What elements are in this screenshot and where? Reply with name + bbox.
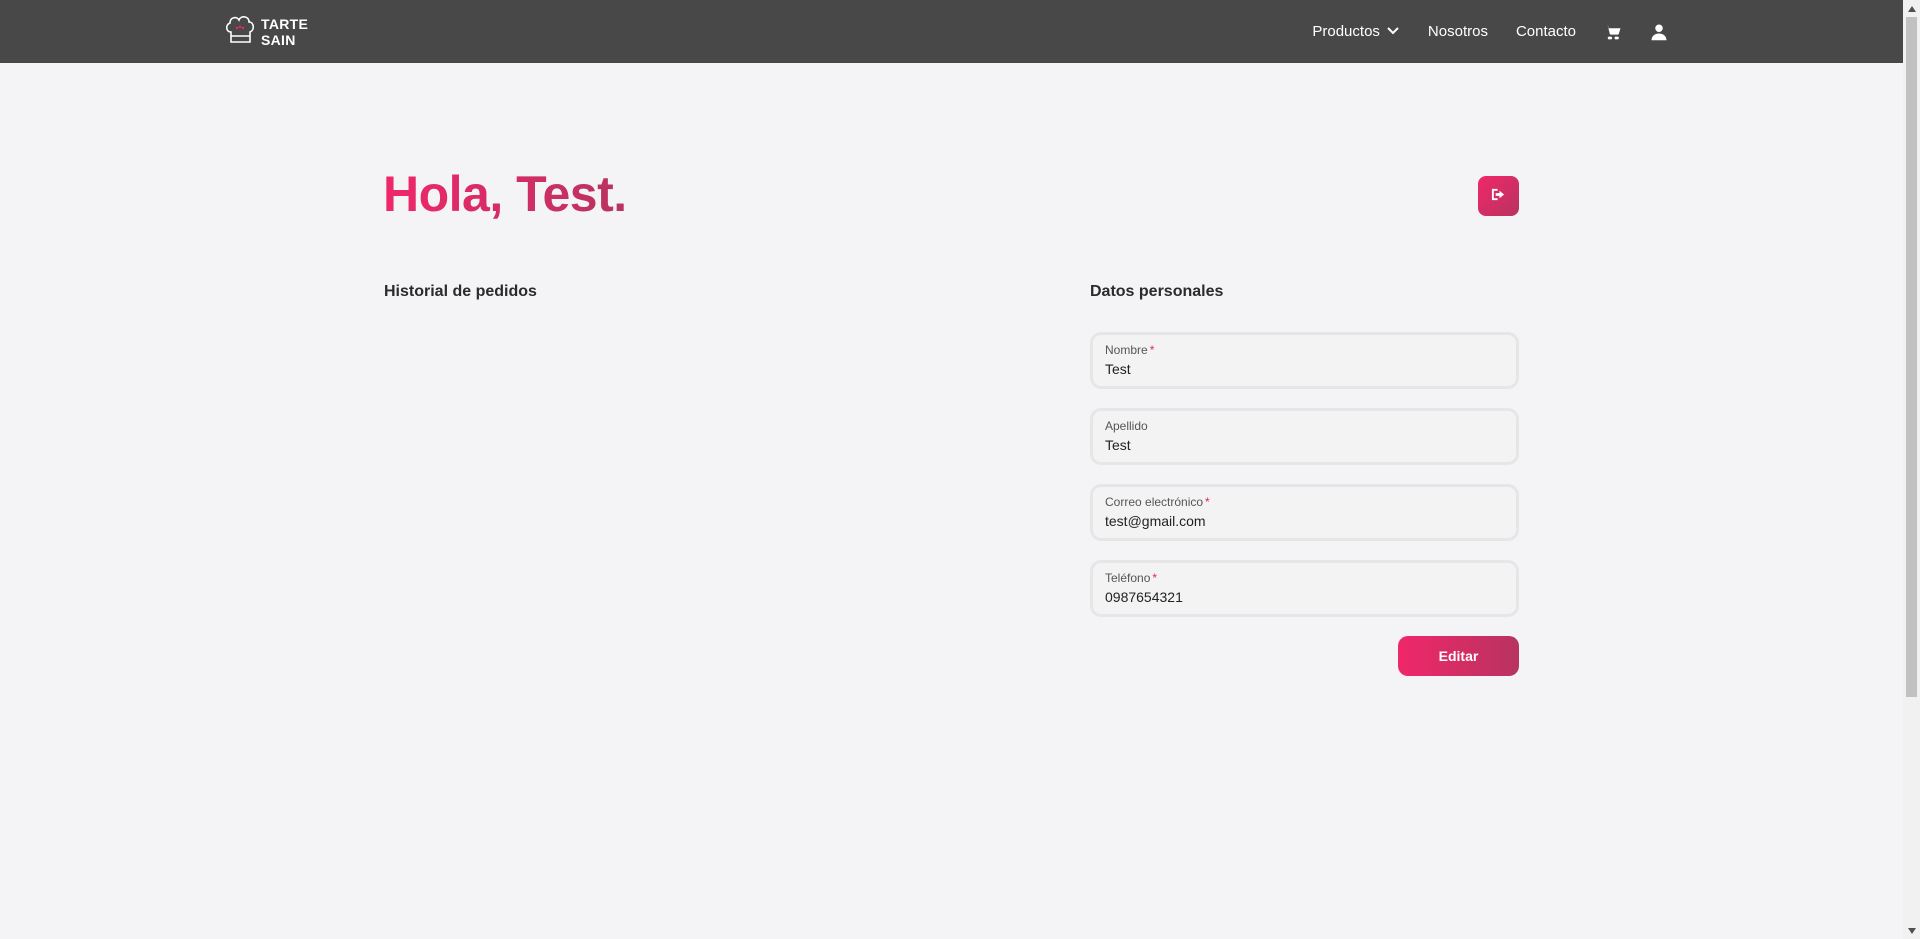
phone-field[interactable]: Teléfono * — [1090, 560, 1519, 617]
logout-icon — [1491, 187, 1506, 205]
email-field[interactable]: Correo electrónico * — [1090, 484, 1519, 541]
last-name-label: Apellido — [1105, 419, 1148, 433]
nav-contacto[interactable]: Contacto — [1516, 23, 1576, 40]
scroll-up-icon[interactable] — [1903, 0, 1920, 17]
order-history-title: Historial de pedidos — [384, 283, 537, 300]
personal-data-title: Datos personales — [1090, 283, 1224, 300]
email-input[interactable] — [1105, 513, 1504, 529]
first-name-input[interactable] — [1105, 361, 1504, 377]
page-title: Hola, Test. — [383, 166, 627, 222]
main-nav: Productos Nosotros Contacto — [1312, 0, 1668, 63]
first-name-label: Nombre * — [1105, 343, 1155, 357]
scroll-thumb[interactable] — [1906, 17, 1917, 697]
last-name-input[interactable] — [1105, 437, 1504, 453]
first-name-field[interactable]: Nombre * — [1090, 332, 1519, 389]
logo-text: TARTE SAIN — [261, 16, 308, 48]
navbar: TARTE SAIN Productos Nosotros Contacto — [0, 0, 1903, 63]
scroll-down-icon[interactable] — [1903, 922, 1920, 939]
nav-productos[interactable]: Productos — [1312, 23, 1400, 41]
email-label: Correo electrónico * — [1105, 495, 1210, 509]
last-name-field[interactable]: Apellido — [1090, 408, 1519, 465]
logo-line-1: TARTE — [261, 15, 309, 32]
user-icon[interactable] — [1650, 23, 1668, 41]
logo[interactable]: TARTE SAIN — [223, 12, 308, 51]
chevron-down-icon — [1386, 23, 1400, 41]
cart-icon[interactable] — [1604, 23, 1622, 41]
edit-button[interactable]: Editar — [1398, 636, 1519, 676]
phone-label: Teléfono * — [1105, 571, 1158, 585]
nav-nosotros[interactable]: Nosotros — [1428, 23, 1488, 40]
vertical-scrollbar[interactable] — [1903, 0, 1920, 939]
nav-productos-label: Productos — [1312, 23, 1380, 40]
phone-input[interactable] — [1105, 589, 1504, 605]
logo-line-2: SAIN — [261, 31, 296, 48]
chef-hat-icon — [223, 12, 257, 51]
logout-button[interactable] — [1478, 176, 1519, 216]
